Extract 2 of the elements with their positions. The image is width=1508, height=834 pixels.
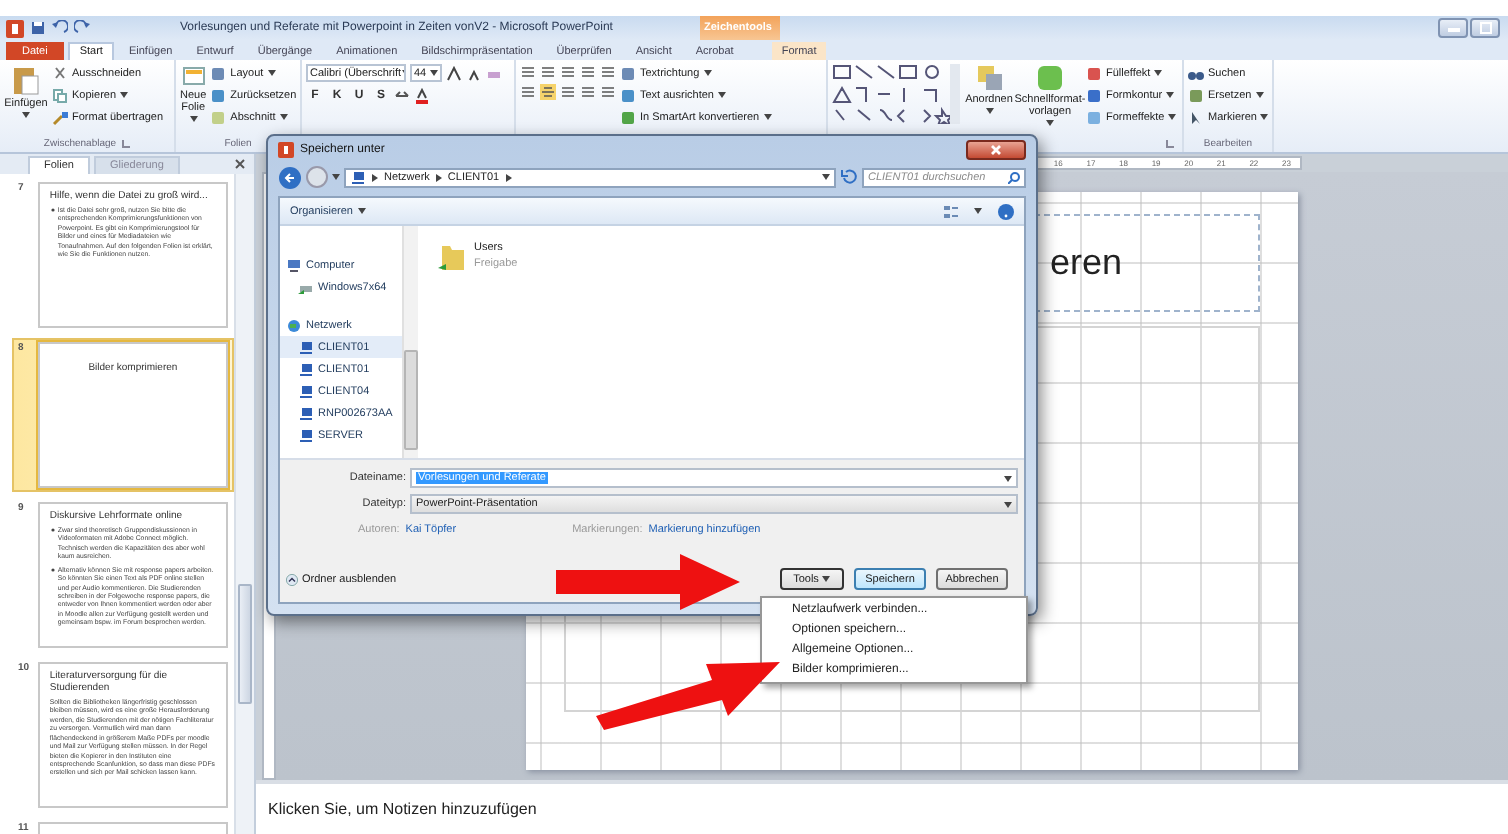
notes-placeholder: Klicken Sie, um Notizen hinzuzufügen: [268, 800, 537, 818]
slide-title: eren: [1049, 242, 1122, 284]
